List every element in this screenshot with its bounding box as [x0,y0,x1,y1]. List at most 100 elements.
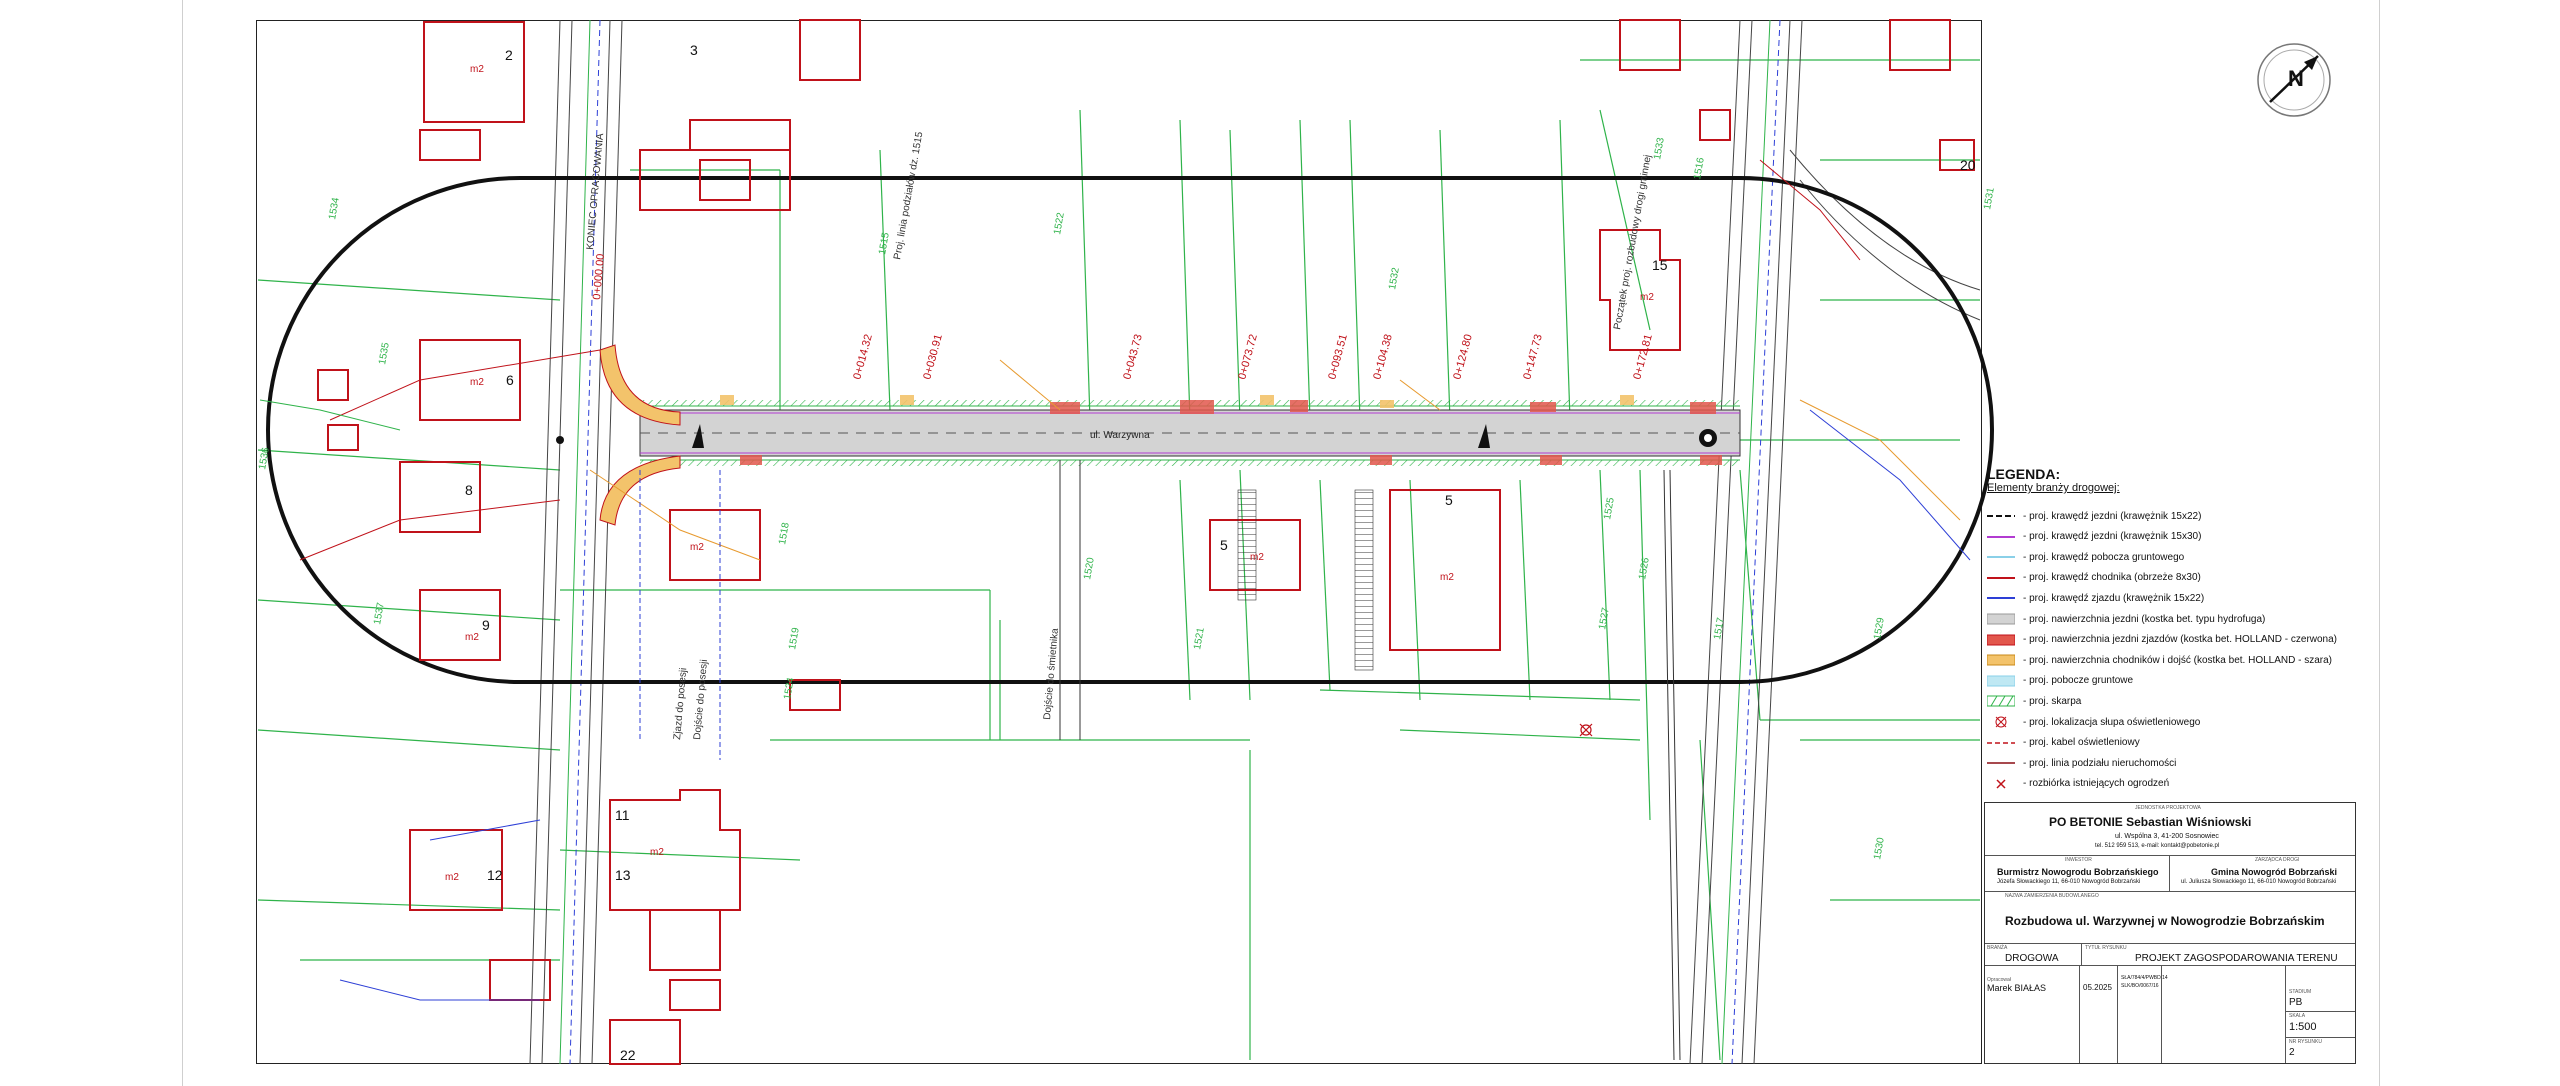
utility-lines [259,159,1971,1061]
svg-text:1532: 1532 [1387,266,1402,290]
lamp-icon [1987,716,2015,728]
legend-item: - proj. linia podziału nieruchomości [1987,756,2387,770]
line-lightblue-icon [1987,551,2015,563]
svg-text:1515: 1515 [877,231,892,255]
svg-text:15: 15 [1652,257,1668,273]
sheet-number: 2 [2289,1047,2295,1058]
legend-item-label: - proj. kabel oświetleniowy [2023,737,2140,749]
legend-item-label: - rozbiórka istniejących ogrodzeń [2023,778,2170,790]
svg-text:5: 5 [1220,537,1228,553]
svg-text:13: 13 [615,867,631,883]
legend-item: - proj. pobocze gruntowe [1986,674,2387,688]
chainage-label: 0+124.80 [1451,333,1475,381]
svg-text:1521: 1521 [1192,626,1207,650]
annotation-label: Proj. linia podziałów dz. 1515 [892,131,925,261]
sheet-caption: NR RYSUNKU [2289,1039,2322,1045]
svg-text:12: 12 [487,867,503,883]
svg-text:m2: m2 [690,542,704,553]
legend-item-label: - proj. nawierzchnia chodników i dojść (… [2023,654,2333,666]
cross-red-icon [1987,778,2015,790]
drawing-caption: TYTUŁ RYSUNKU [2085,945,2127,951]
line-magenta-icon [1987,531,2015,543]
dash-black-icon [1987,510,2015,522]
hatch-green-icon [1986,695,2016,707]
svg-text:m2: m2 [1440,572,1454,583]
object-name: Rozbudowa ul. Warzywnej w Nowogrodzie Bo… [2005,914,2325,928]
date-value: 05.2025 [2083,983,2112,992]
dash-red-icon [1987,737,2015,749]
north-arrow-icon: N [2257,43,2331,117]
legend-item: - proj. krawędź jezdni (krawężnik 15x30) [1987,530,2387,544]
svg-text:3: 3 [690,42,698,58]
author-name: Marek BIAŁAS [1987,983,2047,993]
svg-text:9: 9 [482,617,490,633]
line-blue-icon [1987,592,2015,604]
branch-caption: BRANŻA [1987,945,2008,951]
svg-text:22: 22 [620,1047,636,1063]
annotation-label: Dojście do posesji [692,659,710,740]
chainage-label: 0+147.73 [1521,333,1545,381]
svg-text:1518: 1518 [777,521,792,545]
svg-text:2: 2 [505,47,513,63]
svg-text:1522: 1522 [1052,211,1067,235]
chainage-label: 0+172.81 [1631,333,1655,381]
annotation-label: Zjazd do posesji [672,667,689,740]
lamp-symbols [1579,723,1593,737]
designer-address: ul. Wspólna 3, 41-200 Sosnowiec [2115,833,2219,840]
legend-title: LEGENDA: [1987,466,2061,482]
legend-item-label: - proj. nawierzchnia jezdni (kostka bet.… [2023,613,2266,625]
legend-item: - proj. krawędź zjazdu (krawężnik 15x22) [1987,591,2387,605]
title-block: JEDNOSTKA PROJEKTOWA PO BETONIE Sebastia… [1984,802,2356,1064]
annotation-label: Początek proj. rozbudowy drogi gminnej [1612,154,1654,331]
svg-text:1520: 1520 [1082,556,1097,580]
designer-contact: tel. 512 959 513, e-mail: kontakt@pobeto… [2095,843,2220,849]
svg-text:1535: 1535 [377,341,392,365]
chainage-label: 0+073.72 [1236,333,1260,381]
designer-caption: JEDNOSTKA PROJEKTOWA [2135,805,2201,811]
legend-item: - proj. krawędź jezdni (krawężnik 15x22) [1987,509,2387,523]
stairs [1237,489,1257,601]
investor-address: Józefa Słowackiego 11, 66-010 Nowogród B… [1997,879,2141,885]
compass-label: N [2288,66,2304,91]
svg-text:20: 20 [1960,157,1976,173]
svg-text:6: 6 [506,372,514,388]
svg-text:m2: m2 [1250,552,1264,563]
drawing-title: PROJEKT ZAGOSPODAROWANIA TERENU [2135,953,2338,964]
chainage-label: 0+014.32 [851,333,875,381]
legend-item: - proj. nawierzchnia jezdni (kostka bet.… [1986,612,2387,626]
scale-value: 1:500 [2289,1021,2317,1033]
svg-text:1519: 1519 [787,626,802,650]
svg-text:1517: 1517 [1712,616,1727,640]
svg-text:m2: m2 [1640,292,1654,303]
svg-text:1537: 1537 [372,601,387,625]
svg-text:1531: 1531 [1982,186,1997,210]
fill-gray-icon [1986,613,2016,625]
chainage-label: 0+030.91 [921,333,945,381]
legend-item-label: - proj. krawędź zjazdu (krawężnik 15x22) [2023,592,2205,604]
permission-2: SLK/BO/0067/16 [2121,983,2159,989]
parcel-boundaries [257,59,1980,1061]
svg-text:m2: m2 [445,872,459,883]
owner-caption: ZARZĄDCA DROGI [2255,857,2300,863]
legend-item: - proj. krawędź pobocza gruntowego [1987,550,2387,564]
chainage-labels: 0+014.32 0+030.91 0+043.73 0+073.72 0+09… [591,253,1655,381]
legend-item: - proj. nawierzchnia jezdni zjazdów (kos… [1986,633,2387,647]
svg-text:1533: 1533 [1652,136,1667,160]
fill-red-icon [1986,634,2016,646]
chainage-label: 0+104.38 [1371,333,1395,381]
line-darkred-icon [1987,757,2015,769]
annotation-label: Dojście do śmietnika [1042,628,1061,721]
investor-name: Burmistrz Nowogrodu Bobrzańskiego [1997,867,2159,877]
fill-lightblue-icon [1986,675,2016,687]
svg-text:m2: m2 [465,632,479,643]
legend-item: - proj. nawierzchnia chodników i dojść (… [1986,653,2387,667]
object-caption: NAZWA ZAMIERZENIA BUDOWLANEGO [2005,893,2099,899]
chainage-label: 0+093.51 [1326,333,1350,381]
chainage-label: 0+043.73 [1121,333,1145,381]
svg-text:1530: 1530 [1872,836,1887,860]
svg-text:1526: 1526 [1637,556,1652,580]
svg-text:11: 11 [615,807,630,823]
svg-text:8: 8 [465,482,473,498]
legend-item-label: - proj. krawędź chodnika (obrzeże 8x30) [2023,572,2201,584]
svg-text:1524: 1524 [782,676,797,700]
